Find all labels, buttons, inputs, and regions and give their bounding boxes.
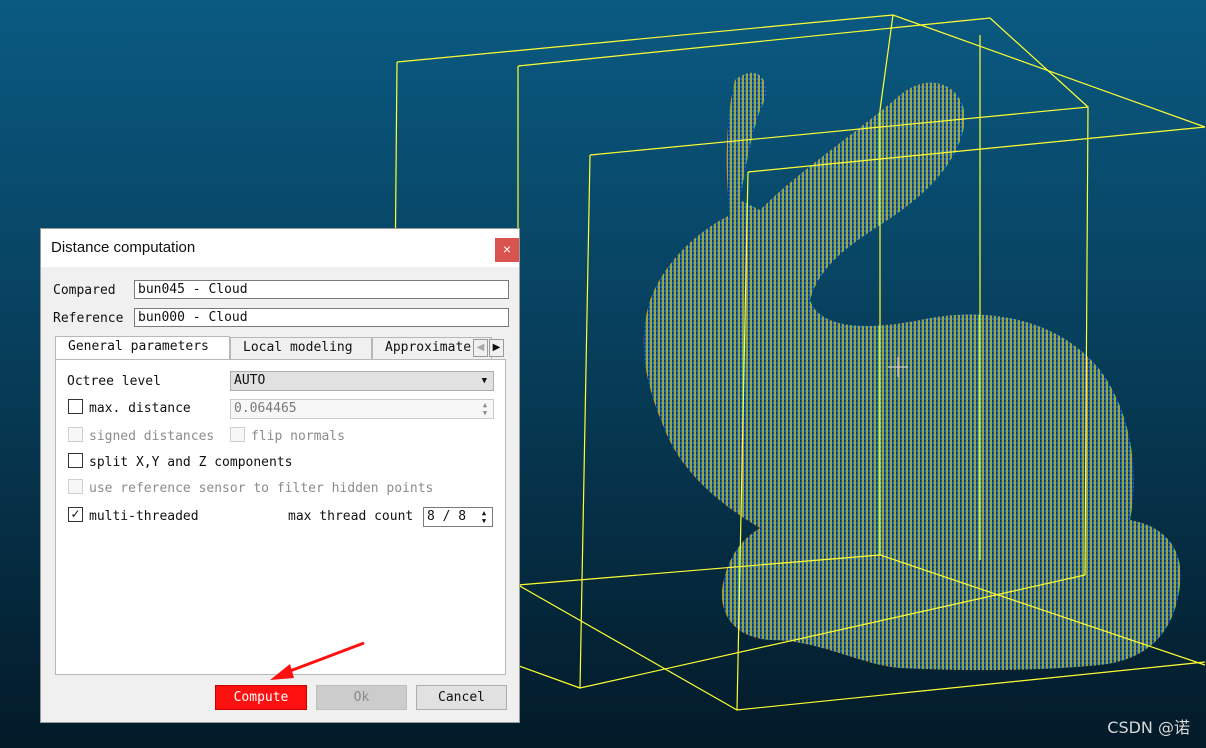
tab-general-parameters[interactable]: General parameters: [55, 336, 230, 360]
multi-threaded-label: multi-threaded: [89, 509, 199, 524]
multi-threaded-checkbox[interactable]: ✓: [68, 507, 83, 522]
reference-label: Reference: [53, 311, 124, 326]
general-parameters-panel: Octree level AUTO ▼ max. distance 0.0644…: [55, 359, 506, 675]
ok-button[interactable]: Ok: [316, 685, 407, 710]
max-distance-label: max. distance: [89, 401, 191, 416]
max-thread-count-spinbox[interactable]: 8 / 8 ▲ ▼: [423, 507, 493, 527]
cancel-button[interactable]: Cancel: [416, 685, 507, 710]
annotation-arrow-icon: [270, 641, 365, 680]
check-icon: ✓: [70, 507, 81, 521]
spin-arrows-icon: ▲ ▼: [481, 509, 487, 525]
octree-level-select[interactable]: AUTO ▼: [230, 371, 494, 391]
signed-distances-checkbox[interactable]: [68, 427, 83, 442]
octree-level-label: Octree level: [67, 374, 161, 389]
compute-button[interactable]: Compute: [215, 685, 307, 710]
split-components-label: split X,Y and Z components: [89, 455, 293, 470]
chevron-down-icon: ▼: [481, 376, 487, 386]
compared-label: Compared: [53, 283, 116, 298]
use-reference-sensor-checkbox[interactable]: [68, 479, 83, 494]
max-thread-count-label: max thread count: [288, 509, 414, 524]
close-icon[interactable]: ×: [495, 238, 519, 262]
bunny-point-cloud: [643, 72, 1181, 671]
spin-arrows-icon: ▲ ▼: [482, 401, 488, 417]
csdn-watermark: CSDN @诺: [1107, 718, 1190, 737]
flip-normals-checkbox[interactable]: [230, 427, 245, 442]
max-distance-spinbox[interactable]: 0.064465 ▲ ▼: [230, 399, 494, 419]
max-distance-checkbox[interactable]: [68, 399, 83, 414]
dialog-title: Distance computation: [51, 239, 196, 256]
max-thread-count-value: 8 / 8: [427, 509, 467, 524]
signed-distances-label: signed distances: [89, 429, 215, 444]
octree-level-value: AUTO: [234, 373, 266, 388]
tab-local-modeling[interactable]: Local modeling: [230, 337, 372, 359]
use-reference-sensor-label: use reference sensor to filter hidden po…: [89, 481, 434, 496]
reference-field[interactable]: bun000 - Cloud: [134, 308, 509, 327]
flip-normals-label: flip normals: [251, 429, 345, 444]
split-components-checkbox[interactable]: [68, 453, 83, 468]
dialog-titlebar[interactable]: Distance computation ×: [41, 229, 519, 267]
max-distance-value: 0.064465: [234, 401, 297, 416]
tab-scroll-right-icon[interactable]: ▶: [489, 339, 504, 357]
tab-scroll-left-icon[interactable]: ◀: [473, 339, 488, 357]
compared-field[interactable]: bun045 - Cloud: [134, 280, 509, 299]
